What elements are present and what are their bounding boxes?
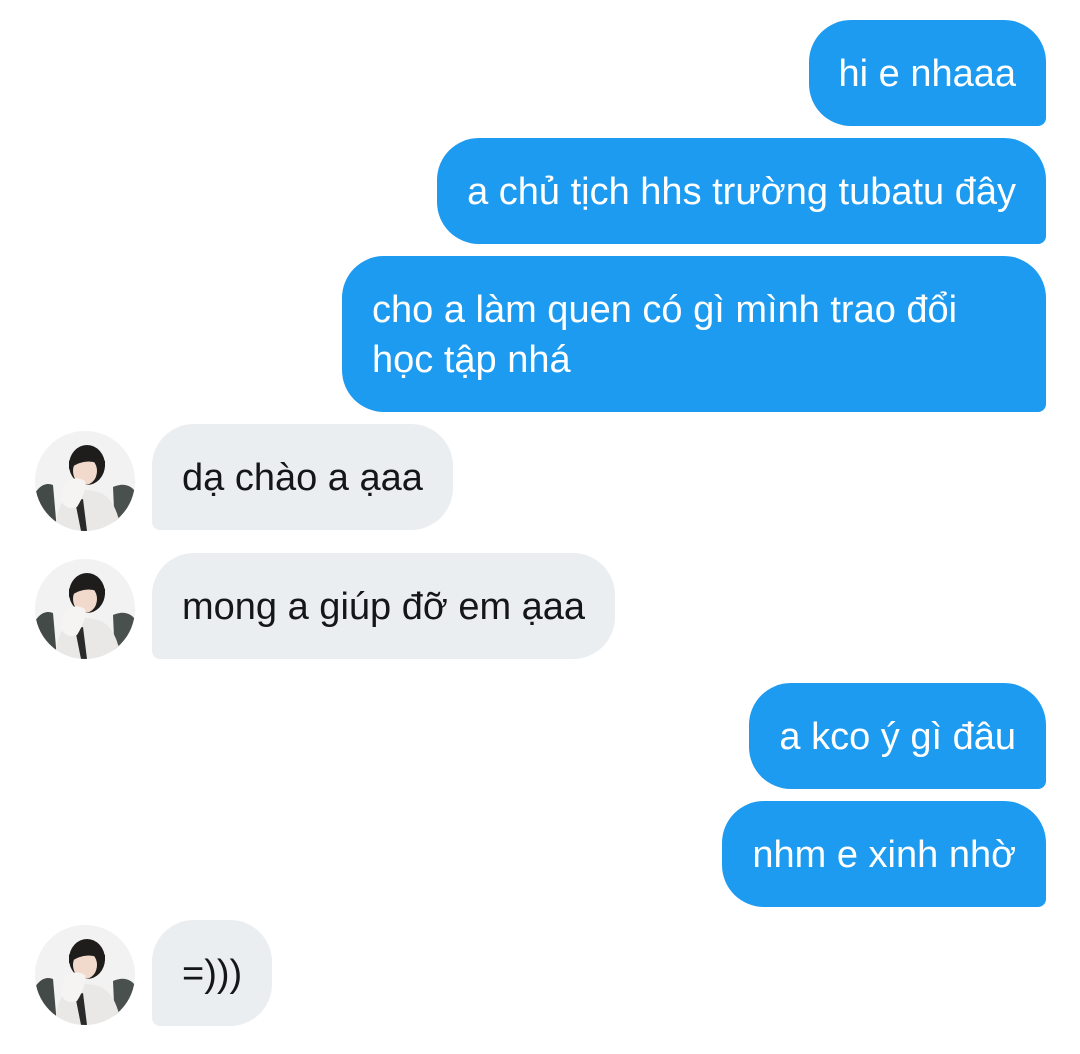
message-bubble-sent[interactable]: hi e nhaaa	[808, 20, 1046, 126]
avatar-photo-icon	[35, 925, 135, 1025]
message-bubble-received[interactable]: mong a giúp đỡ em ạaa	[152, 553, 616, 659]
message-text: cho a làm quen có gì mình trao đổi học t…	[372, 289, 958, 381]
message-bubble-sent[interactable]: nhm e xinh nhờ	[722, 801, 1046, 907]
message-text: hi e nhaaa	[838, 53, 1017, 95]
contact-avatar[interactable]	[35, 559, 135, 659]
contact-avatar[interactable]	[35, 925, 135, 1025]
message-bubble-received[interactable]: =)))	[152, 920, 273, 1026]
message-text: a kco ý gì đâu	[779, 716, 1016, 758]
message-text: a chủ tịch hhs trường tubatu đây	[467, 171, 1016, 213]
avatar-photo-icon	[35, 559, 135, 659]
contact-avatar[interactable]	[35, 431, 135, 531]
message-text: dạ chào a ạaa	[182, 457, 423, 499]
message-bubble-sent[interactable]: cho a làm quen có gì mình trao đổi học t…	[342, 256, 1046, 412]
avatar-photo-icon	[35, 431, 135, 531]
message-bubble-sent[interactable]: a kco ý gì đâu	[749, 683, 1046, 789]
message-text: mong a giúp đỡ em ạaa	[182, 586, 586, 628]
message-text: nhm e xinh nhờ	[752, 834, 1016, 876]
message-bubble-sent[interactable]: a chủ tịch hhs trường tubatu đây	[437, 138, 1046, 244]
message-text: =)))	[182, 953, 243, 995]
message-bubble-received[interactable]: dạ chào a ạaa	[152, 424, 453, 530]
